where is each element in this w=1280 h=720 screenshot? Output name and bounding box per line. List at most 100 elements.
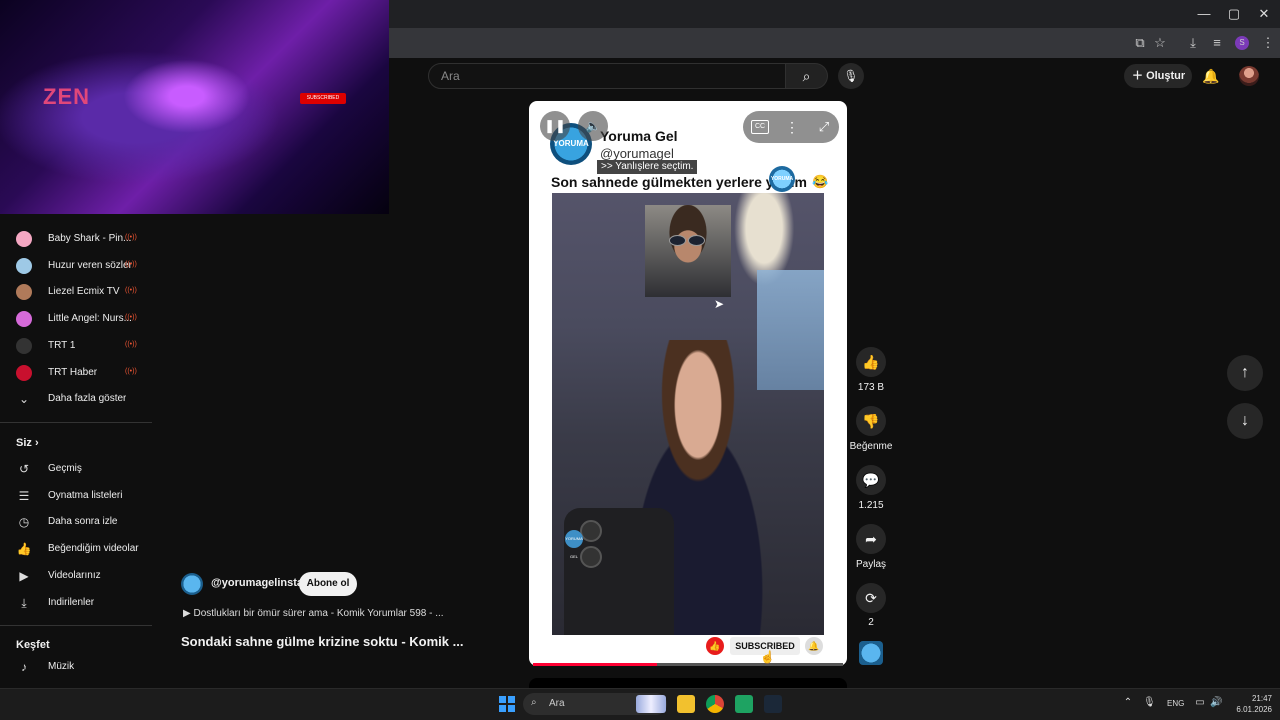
channel-thumbnail[interactable] [859,641,883,665]
mic-icon: 🎙 [843,69,859,83]
live-indicator-icon: ((•)) [125,234,137,241]
sidebar-subscription[interactable]: Huzur veren sözler ((•)) [0,253,152,279]
sidebar-item[interactable]: ▶ Videolarınız [0,563,152,589]
minimize-button[interactable]: — [1194,4,1214,24]
thumbs-down-icon: 👎 [862,413,880,429]
pause-button[interactable]: ❚❚ [540,111,570,141]
app-icon[interactable] [735,695,753,713]
mic-icon[interactable]: 🎙 [1143,697,1156,709]
sidebar-subscription[interactable]: TRT 1 ((•)) [0,333,152,359]
captions-icon[interactable]: CC [751,120,769,134]
you-section-header[interactable]: Siz › [16,437,39,449]
overlay-subscribed-badge: SUBSCRIBED [300,93,346,104]
thumbs-up-icon: 👍 [16,542,32,557]
sidebar-item[interactable]: ♪ Müzik [0,654,152,680]
chrome-icon[interactable] [706,695,724,713]
progress-bar[interactable] [533,663,657,666]
sidebar-item[interactable]: ◷ Daha sonra izle [0,509,152,535]
live-indicator-icon: ((•)) [125,367,137,375]
next-short-button[interactable]: ↓ [1227,403,1263,439]
media-control-icon[interactable]: ≡ [1207,33,1227,53]
sidebar-subscription[interactable]: Liezel Ecmix TV ((•)) [0,279,152,305]
search-icon: ⌕ [531,697,537,708]
search-input[interactable]: Ara [428,63,786,89]
sidebar-item[interactable]: 👍 Beğendiğim videolar [0,536,152,562]
sidebar-subscription[interactable]: Baby Shark - Pin... ((•)) [0,226,152,252]
voice-search-button[interactable]: 🎙 [838,63,864,89]
comment-icon: 💬 [862,472,880,488]
notifications-bell-icon[interactable]: 🔔 [1201,66,1221,86]
close-button[interactable]: ✕ [1254,4,1274,24]
next-short-card[interactable] [529,678,847,688]
short-title[interactable]: Sondaki sahne gülme krizine soktu - Komi… [181,634,463,649]
sidebar-item-label: Daha sonra izle [48,516,118,528]
channel-avatar-icon [16,364,32,381]
volume-icon[interactable]: 🔊 [1210,697,1222,709]
explore-section-header: Keşfet [16,639,50,651]
remix-button[interactable]: ⟳ [856,583,886,613]
create-button[interactable]: ＋ Oluştur [1124,64,1192,88]
share-button[interactable]: ➦ [856,524,886,554]
file-explorer-icon[interactable] [677,695,695,713]
like-button[interactable]: 👍 [856,347,886,377]
maximize-button[interactable]: ▢ [1224,4,1244,24]
tooltip: >> Yanlışlere seçtim. [597,160,698,174]
comments-button[interactable]: 💬 [856,465,886,495]
account-avatar[interactable] [1239,66,1259,86]
sidebar-item[interactable]: ☰ Oynatma listeleri [0,483,152,509]
previous-short-button[interactable]: ↑ [1227,355,1263,391]
download-icon[interactable]: ⤓ [1183,33,1203,53]
channel-avatar[interactable] [181,573,203,595]
share-label: Paylaş [855,559,886,570]
sidebar-subscription[interactable]: Little Angel: Nurs... ((•)) [0,306,152,332]
share-icon: ➦ [865,531,877,547]
clock-date: 6.01.2026 [1236,705,1272,714]
channel-avatar-icon [16,257,32,274]
steam-icon[interactable] [764,695,782,713]
channel-handle: @yorumagel [600,146,674,161]
dislike-button[interactable]: 👎 [856,406,886,436]
small-channel-logo: YORUMA GEL [565,530,583,559]
more-options-icon[interactable]: ⋮ [785,117,799,137]
sidebar-subscription[interactable]: TRT Haber ((•)) [0,360,152,386]
arrow-down-icon: ↓ [1241,412,1249,429]
show-more-button[interactable]: ⌄ Daha fazla göster [0,386,152,412]
windows-start-icon[interactable] [499,696,515,712]
inset-man-photo [645,205,731,297]
bell-icon[interactable]: 🔔 [805,637,823,655]
browser-menu-icon[interactable]: ⋮ [1258,33,1278,53]
language-indicator[interactable]: ENG [1167,699,1184,708]
sidebar-item-label: Oynatma listeleri [48,489,123,501]
plus-icon: ＋ [1132,70,1147,82]
create-label: Oluştur [1146,70,1186,82]
bookmark-star-icon[interactable]: ☆ [1150,33,1170,53]
dislike-label: Beğenme [849,441,893,452]
sidebar-item[interactable]: ⤓ İndirilenler [0,590,152,616]
clock-time: 21:47 [1251,694,1272,703]
subscribe-button[interactable]: Abone ol [299,572,357,596]
playlist-link[interactable]: ▶ Dostlukları bir ömür sürer ama - Komik… [183,608,444,619]
chevron-down-icon: ⌄ [18,392,30,406]
profile-icon[interactable]: S [1235,36,1249,50]
channel-name: Yoruma Gel [600,128,678,144]
phone-camera [580,520,602,542]
fullscreen-icon[interactable]: ⤢ [815,117,833,137]
playlist-icon: ☰ [18,488,30,503]
display-icon[interactable]: ▭ [1194,697,1206,709]
download-icon: ⤓ [21,595,27,610]
volume-button[interactable]: 🔈 [578,111,608,141]
channel-handle-link[interactable]: @yorumagelinsta [211,577,303,589]
channel-watermark: YORUMA GEL [769,166,795,208]
search-button[interactable]: ⌕ [786,63,828,89]
chevron-up-icon[interactable]: ⌃ [1122,697,1134,709]
subscription-label: Baby Shark - Pin... [48,233,132,244]
taskbar-widget-icon[interactable] [636,695,666,713]
phone-camera [580,546,602,568]
mouse-cursor-icon: ➤ [714,297,725,311]
arrow-up-icon: ↑ [1241,364,1249,381]
channel-avatar-icon [16,311,32,328]
cast-icon[interactable]: ⧉ [1130,33,1150,53]
show-more-label: Daha fazla göster [48,393,127,404]
clock[interactable]: 21:47 6.01.2026 [1226,693,1272,715]
sidebar-item[interactable]: ↺ Geçmiş [0,456,152,482]
